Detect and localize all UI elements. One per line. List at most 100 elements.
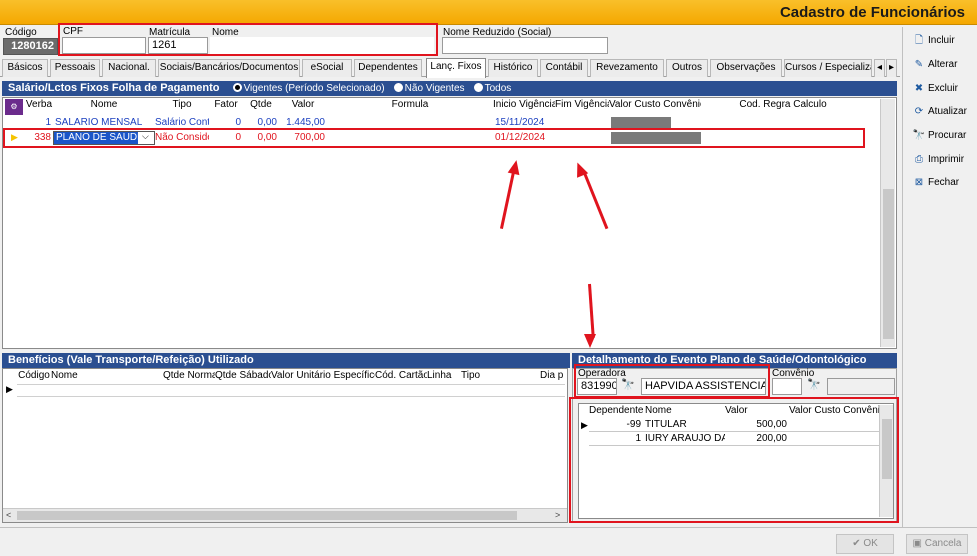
binoculars-icon[interactable]: 🔭 xyxy=(807,378,821,391)
tab-scroll-right-icon[interactable]: ▸ xyxy=(886,59,897,77)
col-valor: Valor xyxy=(725,405,748,416)
procurar-button[interactable]: 🔭 Procurar xyxy=(908,127,966,147)
radio-off-icon xyxy=(473,83,483,92)
delete-icon: ✖ xyxy=(914,83,924,94)
beneficios-grid: Código Nome Qtde Normal Qtde Sábado Valo… xyxy=(2,368,568,523)
printer-icon: ⎙ xyxy=(915,154,923,165)
scroll-left-icon[interactable]: < xyxy=(6,510,11,520)
grid-config-icon[interactable]: ⚙ xyxy=(5,99,23,115)
col-cod-cartao: Cód. Cartão xyxy=(375,370,427,381)
cell-nome: IURY ARAUJO DA xyxy=(645,433,725,444)
radio-vigentes[interactable]: Vigentes (Período Selecionado) xyxy=(232,83,385,94)
cpf-label: CPF xyxy=(63,26,83,37)
col-qtde-sabado: Qtde Sábado xyxy=(215,370,271,381)
dependentes-grid: Dependente Nome Valor Valor Custo Convên… xyxy=(578,403,894,519)
col-valor-unitario: Valor Unitário Específico xyxy=(271,370,375,381)
salario-section-title: Salário/Lctos Fixos Folha de Pagamento xyxy=(8,82,220,94)
cpf-field[interactable] xyxy=(62,37,146,54)
nome-field[interactable] xyxy=(210,37,434,54)
col-linha: Linha xyxy=(427,370,452,381)
table-row[interactable]: -99 TITULAR 500,00 xyxy=(589,419,879,432)
salario-section-bar: Salário/Lctos Fixos Folha de Pagamento V… xyxy=(2,81,897,96)
col-dependente: Dependente xyxy=(589,405,643,416)
row-pointer-icon: ▶ xyxy=(581,420,588,430)
footer-divider xyxy=(0,527,977,528)
ok-button[interactable]: ✔ OK xyxy=(836,534,894,554)
tab-revezamento[interactable]: Revezamento xyxy=(590,59,664,77)
col-formula: Formula xyxy=(391,99,429,110)
refresh-icon: ⟳ xyxy=(914,106,924,117)
tab-contabil[interactable]: Contábil xyxy=(540,59,588,77)
radio-todos[interactable]: Todos xyxy=(473,83,511,94)
radio-nao-vigentes[interactable]: Não Vigentes xyxy=(393,83,465,94)
nome-reduzido-field[interactable] xyxy=(442,37,608,54)
cell-valor: 500,00 xyxy=(756,419,787,430)
close-window-icon: ⊠ xyxy=(914,177,924,188)
document-new-icon: 🗋 xyxy=(914,35,924,46)
tab-scroll-left-icon[interactable]: ◂ xyxy=(874,59,885,77)
radio-on-icon xyxy=(232,83,242,92)
col-valor-custo: Valor Custo Convênio xyxy=(609,99,701,110)
cell-dependente: -99 xyxy=(626,419,641,430)
cell-valor: 200,00 xyxy=(756,433,787,444)
annotation-box-row xyxy=(3,128,865,148)
radio-off-icon xyxy=(393,83,403,92)
imprimir-button[interactable]: ⎙ Imprimir xyxy=(908,151,966,171)
dependentes-scrollbar[interactable] xyxy=(879,405,893,517)
incluir-button[interactable]: 🗋 Incluir xyxy=(908,32,966,52)
tab-sociais[interactable]: Sociais/Bancários/Documentos xyxy=(158,59,300,77)
col-tipo: Tipo xyxy=(172,99,192,110)
col-fator: Fator xyxy=(214,99,238,110)
binoculars-icon[interactable]: 🔭 xyxy=(621,378,635,391)
matricula-field[interactable]: 1261 xyxy=(148,37,208,54)
cancel-icon: ▣ xyxy=(912,538,922,549)
scroll-right-icon[interactable]: > xyxy=(555,510,560,520)
col-verba: Verba xyxy=(25,99,53,110)
tab-pessoais[interactable]: Pessoais xyxy=(50,59,100,77)
excluir-button[interactable]: ✖ Excluir xyxy=(908,80,966,100)
beneficios-section-bar: Benefícios (Vale Transporte/Refeição) Ut… xyxy=(2,353,570,368)
scrollbar-thumb[interactable] xyxy=(883,189,894,339)
atualizar-button[interactable]: ⟳ Atualizar xyxy=(908,103,967,123)
col-nome: Nome xyxy=(51,370,78,381)
tab-lanc-fixos[interactable]: Lanç. Fixos xyxy=(426,58,486,78)
side-divider xyxy=(902,27,903,527)
col-valor: Valor xyxy=(291,99,315,110)
tab-dependentes[interactable]: Dependentes xyxy=(354,59,422,77)
alterar-button[interactable]: ✎ Alterar xyxy=(908,56,966,76)
cell-nome: TITULAR xyxy=(645,419,687,430)
binoculars-icon: 🔭 xyxy=(912,130,926,141)
beneficios-hscrollbar[interactable]: < > xyxy=(3,508,567,522)
beneficios-section-title: Benefícios (Vale Transporte/Refeição) Ut… xyxy=(8,354,254,366)
fechar-button[interactable]: ⊠ Fechar xyxy=(908,174,966,194)
operadora-name-field[interactable]: HAPVIDA ASSISTENCIA ME xyxy=(641,378,766,395)
codigo-field[interactable]: 1280162 xyxy=(3,38,58,55)
convenio-code-field[interactable] xyxy=(772,378,802,395)
convenio-name-field[interactable] xyxy=(827,378,895,395)
scrollbar-thumb[interactable] xyxy=(882,419,892,479)
tab-cursos[interactable]: Cursos / Especializa xyxy=(784,59,872,77)
col-fim-vigencia: Fim Vigência xyxy=(555,99,609,110)
scrollbar-thumb[interactable] xyxy=(17,511,517,520)
table-row[interactable]: 1 IURY ARAUJO DA 200,00 xyxy=(589,433,879,446)
operadora-code-field[interactable]: 831990 xyxy=(577,378,617,395)
tab-outros[interactable]: Outros xyxy=(666,59,708,77)
cancela-button[interactable]: ▣ Cancela xyxy=(906,534,968,554)
window-title: Cadastro de Funcionários xyxy=(779,4,965,21)
cell-dependente: 1 xyxy=(635,433,641,444)
tab-historico[interactable]: Histórico xyxy=(488,59,538,77)
col-inicio-vigencia: Inicio Vigência xyxy=(493,99,555,110)
col-qtde: Qtde xyxy=(250,99,272,110)
tab-observacoes[interactable]: Observações xyxy=(710,59,782,77)
col-qtde-normal: Qtde Normal xyxy=(163,370,215,381)
col-valor-custo: Valor Custo Convênio xyxy=(789,405,879,416)
tab-basicos[interactable]: Básicos xyxy=(2,59,48,77)
col-tipo: Tipo xyxy=(461,370,481,381)
row-pointer-icon: ▶ xyxy=(6,384,13,394)
tab-nacional[interactable]: Nacional. xyxy=(102,59,156,77)
salario-scrollbar[interactable] xyxy=(880,99,895,347)
table-row[interactable] xyxy=(17,384,565,397)
pencil-icon: ✎ xyxy=(914,59,924,70)
tab-esocial[interactable]: eSocial xyxy=(302,59,352,77)
col-nome: Nome xyxy=(90,99,118,110)
